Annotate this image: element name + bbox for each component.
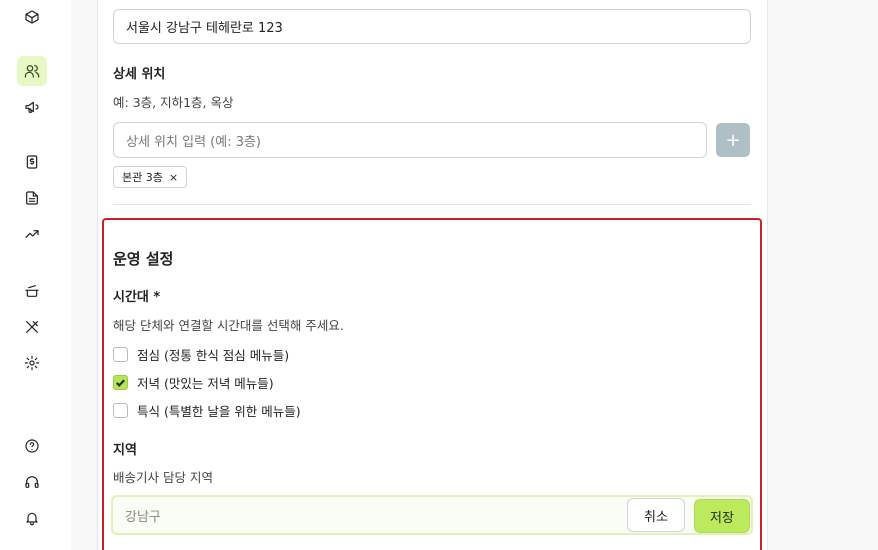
save-button[interactable]: 저장 xyxy=(694,499,750,533)
dollar-document-icon[interactable] xyxy=(17,147,47,177)
timeslot-help: 해당 단체와 연결할 시간대를 선택해 주세요. xyxy=(113,318,344,333)
checkbox-unchecked[interactable] xyxy=(113,347,128,362)
region-help: 배송기사 담당 지역 xyxy=(113,470,213,485)
section-divider xyxy=(113,204,751,205)
location-chip: 본관 3층 × xyxy=(113,166,188,188)
bell-icon[interactable] xyxy=(17,503,47,533)
operations-title: 운영 설정 xyxy=(113,250,174,268)
timeslot-option-dinner[interactable]: 저녁 (맛있는 저녁 메뉴들) xyxy=(113,373,274,392)
region-value: 강남구 xyxy=(125,509,161,525)
timeslot-option-lunch[interactable]: 점심 (정통 한식 점심 메뉴들) xyxy=(113,345,289,364)
headset-icon[interactable] xyxy=(17,467,47,497)
option-label: 특식 (특별한 날을 위한 메뉴들) xyxy=(137,404,301,419)
detail-location-placeholder: 상세 위치 입력 (예: 3층) xyxy=(126,134,262,150)
users-icon[interactable] xyxy=(17,56,47,86)
help-circle-icon[interactable] xyxy=(17,431,47,461)
cancel-button[interactable]: 취소 xyxy=(627,498,685,532)
cooking-pot-icon[interactable] xyxy=(17,276,47,306)
region-label: 지역 xyxy=(113,443,137,458)
option-label: 저녁 (맛있는 저녁 메뉴들) xyxy=(137,376,274,391)
sidebar xyxy=(0,0,71,550)
address-input[interactable]: 서울시 강남구 테헤란로 123 xyxy=(113,9,751,44)
document-icon[interactable] xyxy=(17,183,47,213)
checkbox-unchecked[interactable] xyxy=(113,403,128,418)
settings-icon[interactable] xyxy=(17,348,47,378)
detail-location-help: 예: 3층, 지하1층, 옥상 xyxy=(113,95,234,110)
utensils-crossed-icon[interactable] xyxy=(17,312,47,342)
address-value: 서울시 강남구 테헤란로 123 xyxy=(126,21,283,36)
megaphone-icon[interactable] xyxy=(17,92,47,122)
chip-label: 본관 3층 xyxy=(122,171,163,184)
plus-icon: + xyxy=(725,129,741,151)
detail-location-label: 상세 위치 xyxy=(113,67,166,82)
detail-location-input[interactable]: 상세 위치 입력 (예: 3층) xyxy=(113,122,707,158)
timeslot-option-special[interactable]: 특식 (특별한 날을 위한 메뉴들) xyxy=(113,401,301,420)
option-label: 점심 (정통 한식 점심 메뉴들) xyxy=(137,348,290,363)
trending-up-icon[interactable] xyxy=(17,219,47,249)
check-icon xyxy=(116,379,125,387)
box-icon[interactable] xyxy=(17,2,47,32)
add-location-button[interactable]: + xyxy=(716,123,750,157)
remove-chip-icon[interactable]: × xyxy=(169,171,178,184)
checkbox-checked[interactable] xyxy=(113,375,128,390)
timeslot-label: 시간대 * xyxy=(113,290,161,305)
